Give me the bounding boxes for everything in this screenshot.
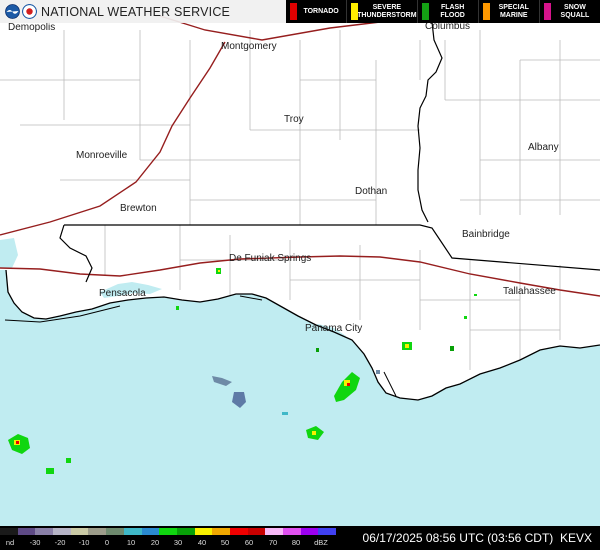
color-bar-swatch xyxy=(300,528,319,535)
city-label-demopolis: Demopolis xyxy=(8,22,55,33)
color-bar-swatch xyxy=(283,528,301,535)
station-id: KEVX xyxy=(559,531,592,545)
city-label-pensacola: Pensacola xyxy=(99,288,146,299)
colorbar-tick-label: 50 xyxy=(220,538,230,547)
colorbar-tick-label: 40 xyxy=(197,538,207,547)
reflectivity-ticks: nd dBZ -30 -20 -10 0 10 20 30 40 50 60 70 80 xyxy=(0,537,336,549)
color-bar-swatch xyxy=(123,528,142,535)
city-label-panama-city: Panama City xyxy=(305,323,362,334)
city-label-columbus: Columbus xyxy=(425,21,470,32)
colorbar-tick-label: 60 xyxy=(244,538,254,547)
color-bar-swatch xyxy=(176,528,195,535)
color-bar-swatch xyxy=(53,528,71,535)
color-bar-swatch xyxy=(159,528,177,535)
color-bar-swatch xyxy=(265,528,283,535)
colorbar-tick-label: -30 xyxy=(29,538,41,547)
colorbar-tick-label: 80 xyxy=(291,538,301,547)
color-bar-swatch xyxy=(141,528,160,535)
city-label-albany: Albany xyxy=(528,142,559,153)
color-bar-swatch xyxy=(70,528,89,535)
colorbar-tick-label: 30 xyxy=(173,538,183,547)
color-bar-swatch xyxy=(88,528,107,535)
city-label-dothan: Dothan xyxy=(355,186,387,197)
city-label-brewton: Brewton xyxy=(120,203,157,214)
city-label-tallahassee: Tallahassee xyxy=(503,286,556,297)
city-label-montgomery: Montgomery xyxy=(221,41,277,52)
color-bar-swatch xyxy=(17,528,36,535)
color-bar-swatch xyxy=(106,528,124,535)
city-label-de-funiak-springs: De Funiak Springs xyxy=(229,253,311,264)
colorbar-tick-label: 0 xyxy=(104,538,110,547)
unit-label: dBZ xyxy=(314,538,328,547)
color-bar-swatch xyxy=(194,528,213,535)
color-bar-swatch xyxy=(229,528,248,535)
nd-label: nd xyxy=(5,538,15,547)
color-bar-swatch xyxy=(318,528,337,535)
timestamp: 06/17/2025 08:56 UTC (03:56 CDT) xyxy=(362,531,554,545)
footer-bar: nd dBZ -30 -20 -10 0 10 20 30 40 50 60 70 80 06/17/… xyxy=(0,526,600,550)
color-bar-swatch xyxy=(212,528,230,535)
color-bar-swatch xyxy=(35,528,54,535)
city-label-monroeville: Monroeville xyxy=(76,150,128,161)
color-bar-swatch xyxy=(247,528,266,535)
colorbar-tick-label: 70 xyxy=(268,538,278,547)
reflectivity-color-bar xyxy=(0,528,337,535)
timestamp-readout: 06/17/2025 08:56 UTC (03:56 CDT) KEVX xyxy=(363,531,592,545)
city-label-bainbridge: Bainbridge xyxy=(462,229,510,240)
colorbar-tick-label: -10 xyxy=(78,538,90,547)
color-bar-swatch xyxy=(0,528,18,535)
colorbar-tick-label: 20 xyxy=(150,538,160,547)
city-label-troy: Troy xyxy=(284,114,304,125)
radar-map: Demopolis Montgomery Columbus Troy Alban… xyxy=(0,0,600,550)
colorbar-tick-label: 10 xyxy=(126,538,136,547)
colorbar-tick-label: -20 xyxy=(54,538,66,547)
